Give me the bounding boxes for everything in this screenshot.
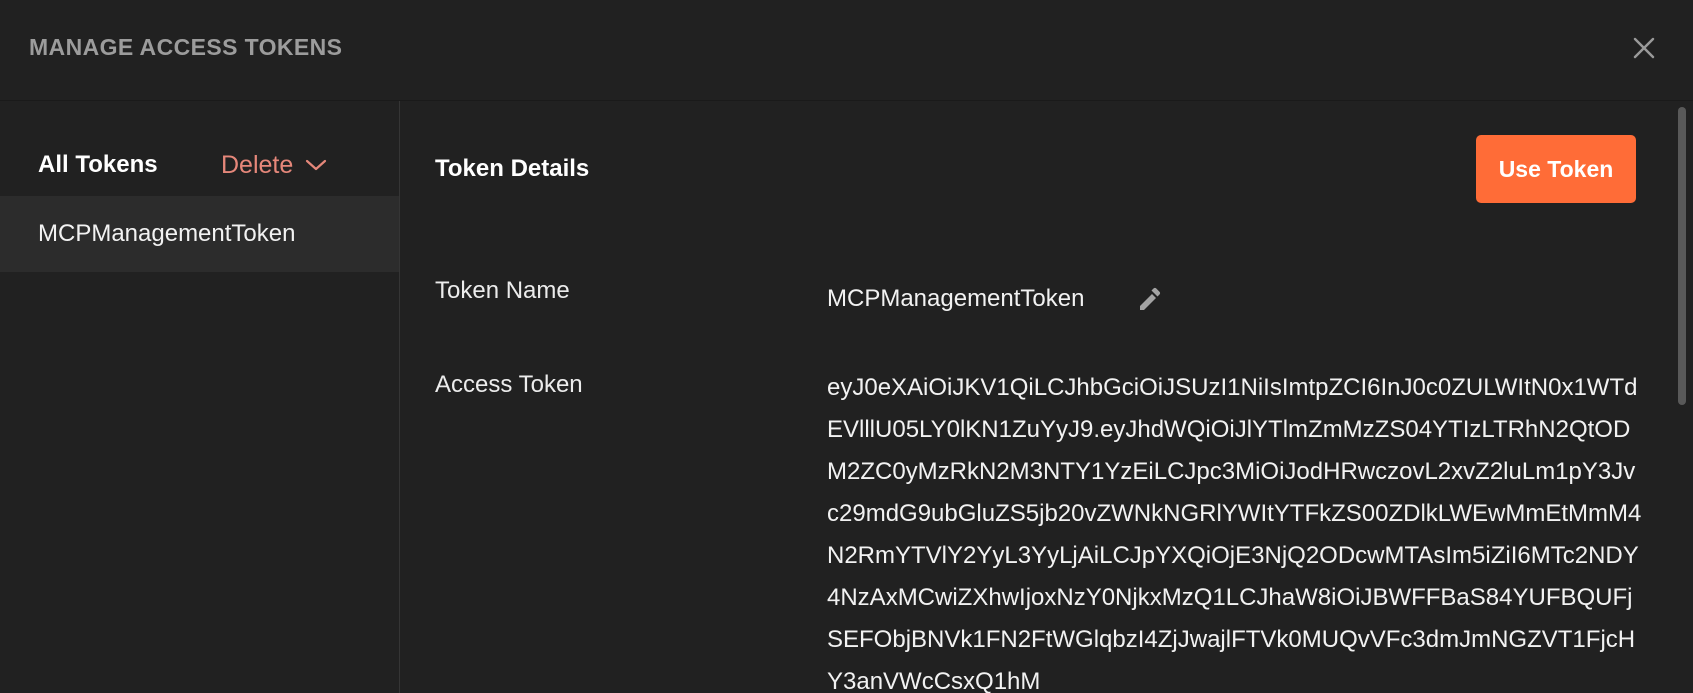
token-details-panel: Token Details Use Token Token Name MCPMa… (400, 101, 1693, 693)
sidebar-header: All Tokens Delete (0, 101, 399, 195)
use-token-label: Use Token (1498, 155, 1614, 182)
pencil-icon (1140, 287, 1161, 310)
modal-header: MANAGE ACCESS TOKENS (0, 0, 1693, 101)
token-details-title: Token Details (435, 155, 590, 182)
use-token-button[interactable]: Use Token (1476, 135, 1636, 203)
modal-body: All Tokens Delete MCPManagementToken Tok… (0, 101, 1693, 693)
manage-access-tokens-modal: MANAGE ACCESS TOKENS All Tokens Delete M… (0, 0, 1693, 693)
access-token-value: eyJ0eXAiOiJKV1QiLCJhbGciOiJSUzI1NiIsImtp… (827, 374, 1642, 693)
details-scrollbar[interactable] (1675, 103, 1689, 693)
delete-label: Delete (221, 150, 294, 179)
access-token-label: Access Token (435, 371, 583, 398)
edit-token-name-button[interactable] (1134, 284, 1164, 314)
all-tokens-heading: All Tokens (38, 151, 158, 178)
close-icon (1633, 37, 1655, 59)
scrollbar-thumb[interactable] (1678, 107, 1686, 405)
sidebar-item-label: MCPManagementToken (38, 220, 296, 247)
chevron-down-icon (306, 159, 327, 171)
delete-dropdown-button[interactable]: Delete (221, 149, 327, 181)
close-button[interactable] (1628, 32, 1660, 64)
token-name-label: Token Name (435, 277, 570, 304)
sidebar-item-mcpmanagementtoken[interactable]: MCPManagementToken (0, 196, 399, 272)
token-name-value: MCPManagementToken (827, 285, 1085, 312)
modal-title: MANAGE ACCESS TOKENS (29, 34, 343, 60)
tokens-sidebar: All Tokens Delete MCPManagementToken (0, 101, 400, 693)
